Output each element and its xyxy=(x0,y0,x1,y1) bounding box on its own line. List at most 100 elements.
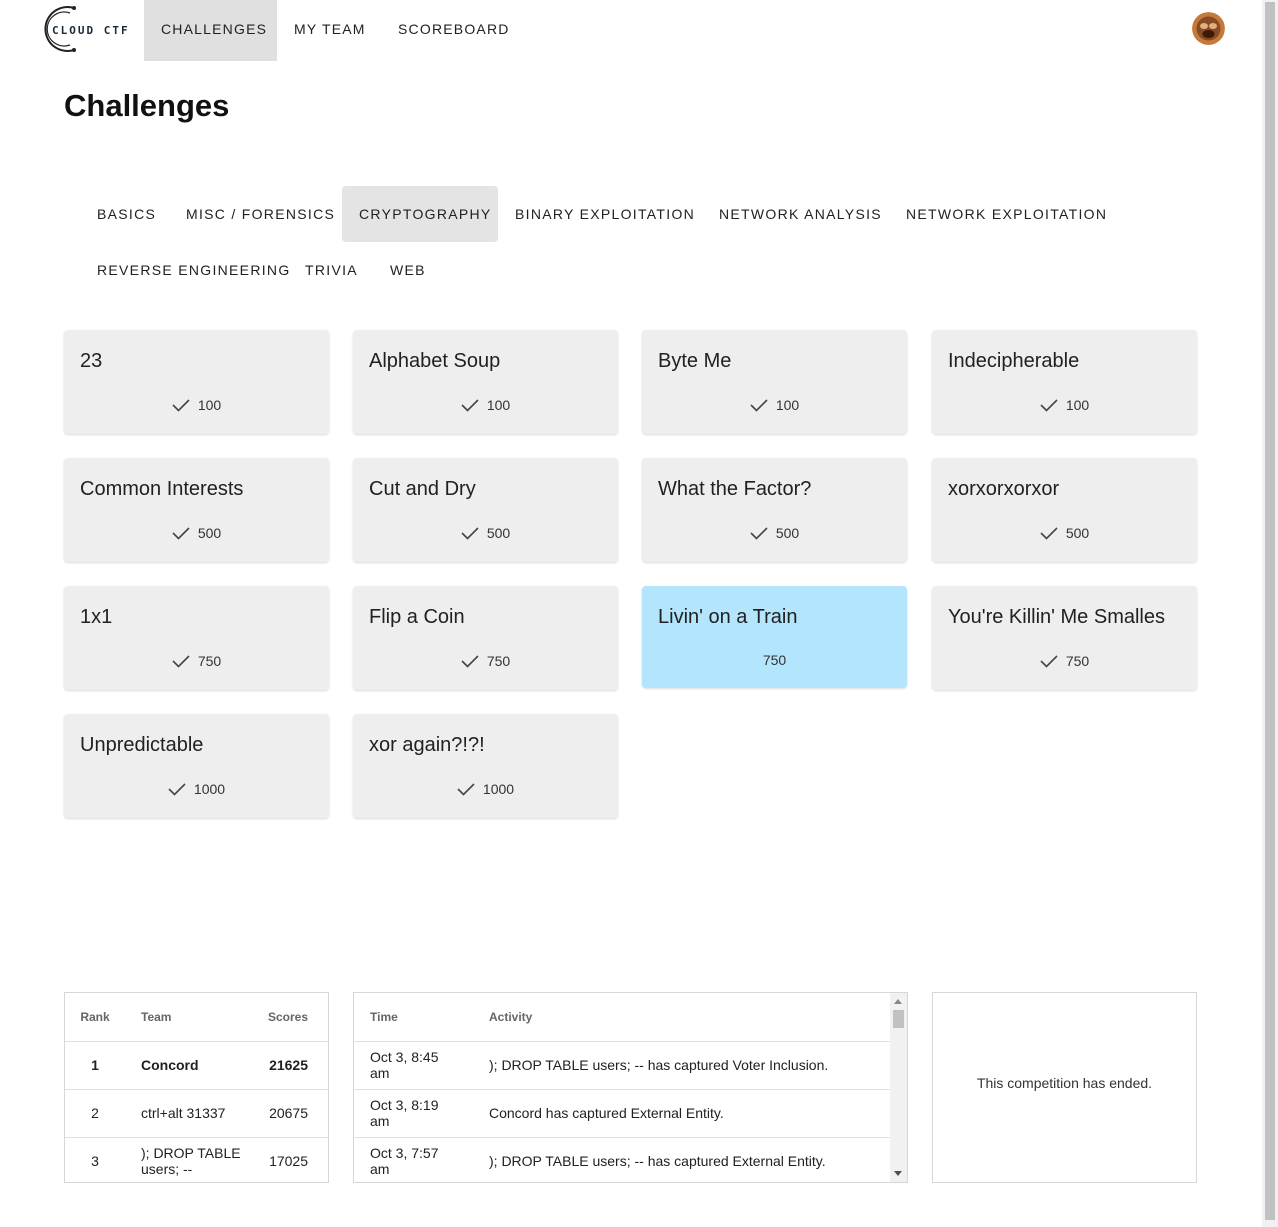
challenge-title: Byte Me xyxy=(658,350,732,372)
challenge-card[interactable]: You're Killin' Me Smalles 750 xyxy=(932,586,1197,690)
challenge-points: 500 xyxy=(197,525,222,541)
challenge-points: 1000 xyxy=(482,781,515,797)
table-row[interactable]: 1 Concord 21625 xyxy=(65,1041,328,1090)
time-cell: Oct 3, 7:57 am xyxy=(354,1137,489,1182)
activity-scrollbar[interactable] xyxy=(890,993,907,1182)
app-bar: CLOUD CTF CHALLENGES MY TEAM SCOREBOARD xyxy=(0,0,1262,61)
challenge-points: 100 xyxy=(775,397,800,413)
team-cell: ); DROP TABLE users; -- xyxy=(125,1137,245,1182)
nav-challenges[interactable]: CHALLENGES xyxy=(144,0,277,61)
scroll-down-icon[interactable] xyxy=(894,1171,902,1176)
challenge-title: What the Factor? xyxy=(658,478,812,500)
challenge-points-row: 1000 xyxy=(353,781,618,797)
header-rank[interactable]: Rank xyxy=(65,993,125,1042)
header-time[interactable]: Time xyxy=(354,993,489,1042)
check-icon xyxy=(172,527,190,540)
challenge-title: xor again?!?! xyxy=(369,734,485,756)
challenge-card[interactable]: xor again?!?! 1000 xyxy=(353,714,618,818)
challenge-points: 1000 xyxy=(193,781,226,797)
header-scores[interactable]: Scores xyxy=(245,993,328,1042)
table-row[interactable]: 3 ); DROP TABLE users; -- 17025 xyxy=(65,1137,328,1182)
challenge-card[interactable]: xorxorxorxor 500 xyxy=(932,458,1197,562)
challenge-points-row: 750 xyxy=(932,653,1197,669)
scoreboard-panel: Rank Team Scores 1 Concord 21625 2 ctrl+… xyxy=(64,992,329,1183)
challenge-card[interactable]: Alphabet Soup 100 xyxy=(353,330,618,434)
rank-cell: 1 xyxy=(65,1041,125,1090)
tab-cryptography[interactable]: CRYPTOGRAPHY xyxy=(342,186,498,242)
challenge-title: xorxorxorxor xyxy=(948,478,1060,500)
challenge-points-row: 1000 xyxy=(64,781,329,797)
logo-text: CLOUD CTF xyxy=(52,24,130,37)
tab-basics[interactable]: BASICS xyxy=(80,186,173,242)
challenge-card[interactable]: Flip a Coin 750 xyxy=(353,586,618,690)
activity-table: Time Activity Oct 3, 8:45 am ); DROP TAB… xyxy=(354,993,891,1182)
page-scrollbar-thumb[interactable] xyxy=(1265,2,1275,1220)
activity-cell: Concord has captured External Entity. xyxy=(489,1089,891,1138)
challenge-points: 500 xyxy=(775,525,800,541)
rank-cell: 2 xyxy=(65,1089,125,1138)
header-activity[interactable]: Activity xyxy=(489,993,891,1042)
challenge-title: 23 xyxy=(80,350,103,372)
page-scrollbar[interactable] xyxy=(1262,0,1278,1227)
challenge-card[interactable]: Common Interests 500 xyxy=(64,458,329,562)
activity-scrollbar-thumb[interactable] xyxy=(893,1010,904,1028)
challenge-card[interactable]: 23 100 xyxy=(64,330,329,434)
nav-my-team[interactable]: MY TEAM xyxy=(277,0,383,61)
challenge-card[interactable]: Byte Me 100 xyxy=(642,330,907,434)
challenge-points: 500 xyxy=(1065,525,1090,541)
check-icon xyxy=(750,527,768,540)
challenge-points: 100 xyxy=(197,397,222,413)
table-row[interactable]: Oct 3, 7:57 am ); DROP TABLE users; -- h… xyxy=(354,1137,891,1182)
challenge-points-row: 750 xyxy=(64,653,329,669)
challenge-points: 100 xyxy=(486,397,511,413)
challenge-points: 100 xyxy=(1065,397,1090,413)
cloud-ctf-logo[interactable]: CLOUD CTF xyxy=(34,4,134,54)
table-row[interactable]: Oct 3, 8:19 am Concord has captured Exte… xyxy=(354,1089,891,1138)
tab-network-analysis[interactable]: NETWORK ANALYSIS xyxy=(702,186,899,242)
challenge-card[interactable]: What the Factor? 500 xyxy=(642,458,907,562)
nav-scoreboard[interactable]: SCOREBOARD xyxy=(381,0,527,61)
challenge-title: 1x1 xyxy=(80,606,113,628)
team-cell: ctrl+alt 31337 xyxy=(125,1089,245,1138)
challenge-points-row: 500 xyxy=(642,525,907,541)
check-icon xyxy=(172,655,190,668)
challenge-card[interactable]: Cut and Dry 500 xyxy=(353,458,618,562)
challenge-points: 750 xyxy=(197,653,222,669)
table-row[interactable]: 2 ctrl+alt 31337 20675 xyxy=(65,1089,328,1138)
rank-cell: 3 xyxy=(65,1137,125,1182)
challenge-title: Common Interests xyxy=(80,478,244,500)
user-avatar[interactable] xyxy=(1192,12,1225,45)
challenge-card[interactable]: 1x1 750 xyxy=(64,586,329,690)
header-team[interactable]: Team xyxy=(125,993,245,1042)
scoreboard-table: Rank Team Scores 1 Concord 21625 2 ctrl+… xyxy=(65,993,328,1182)
check-icon xyxy=(457,783,475,796)
challenge-points-row: 500 xyxy=(64,525,329,541)
tab-trivia[interactable]: TRIVIA xyxy=(288,242,375,298)
page-title: Challenges xyxy=(64,88,230,123)
tab-reverse-engineering[interactable]: REVERSE ENGINEERING xyxy=(80,242,308,298)
challenge-points-row: 500 xyxy=(932,525,1197,541)
challenge-title: Cut and Dry xyxy=(369,478,476,500)
challenge-points-row: 100 xyxy=(353,397,618,413)
challenge-card[interactable]: Unpredictable 1000 xyxy=(64,714,329,818)
challenge-title: Flip a Coin xyxy=(369,606,465,628)
tab-network-exploitation[interactable]: NETWORK EXPLOITATION xyxy=(889,186,1124,242)
team-cell: Concord xyxy=(125,1041,245,1090)
challenge-points-row: 100 xyxy=(932,397,1197,413)
tab-web[interactable]: WEB xyxy=(373,242,443,298)
scroll-up-icon[interactable] xyxy=(894,999,902,1004)
check-icon xyxy=(461,527,479,540)
challenge-card[interactable]: Indecipherable 100 xyxy=(932,330,1197,434)
challenge-title: You're Killin' Me Smalles xyxy=(948,606,1165,628)
challenge-points-row: 100 xyxy=(64,397,329,413)
check-icon xyxy=(750,399,768,412)
check-icon xyxy=(1040,655,1058,668)
table-row[interactable]: Oct 3, 8:45 am ); DROP TABLE users; -- h… xyxy=(354,1041,891,1090)
challenge-points-row: 500 xyxy=(353,525,618,541)
tab-binary-exploitation[interactable]: BINARY EXPLOITATION xyxy=(498,186,712,242)
challenge-points: 750 xyxy=(486,653,511,669)
challenge-card[interactable]: Livin' on a Train 750 xyxy=(642,586,907,688)
challenge-points: 500 xyxy=(486,525,511,541)
challenge-points-row: 750 xyxy=(353,653,618,669)
tab-misc-forensics[interactable]: MISC / FORENSICS xyxy=(169,186,352,242)
